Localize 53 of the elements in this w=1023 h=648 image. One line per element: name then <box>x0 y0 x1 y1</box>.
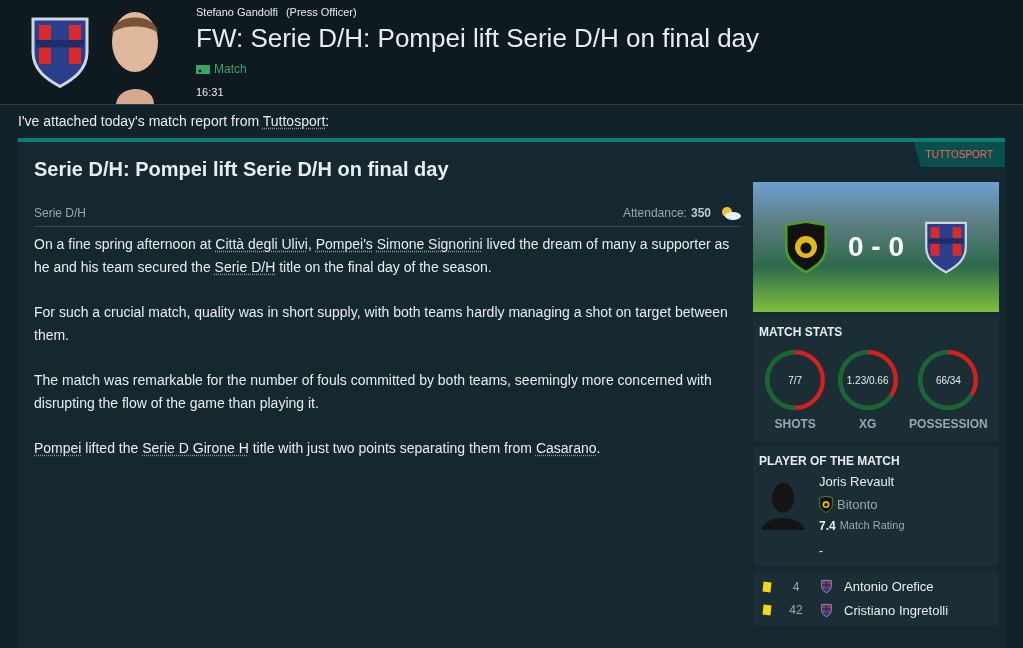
text-link[interactable]: Città degli Ulivi <box>215 236 308 252</box>
text-link[interactable]: Serie D Girone H <box>142 440 249 456</box>
club-crest-icon <box>821 603 832 617</box>
event-minute: 4 <box>791 578 801 596</box>
stat-ring <box>764 349 827 411</box>
text-link[interactable]: Serie D/H <box>214 259 276 275</box>
article-paragraph: For such a crucial match, quality was in short supply, with both teams hardly managing a shot on target between them. <box>34 303 729 345</box>
stat-value: 1.23/0.66 <box>846 373 889 388</box>
message-tag: Match <box>214 60 247 78</box>
text-link[interactable]: Pompei's <box>315 236 373 252</box>
player-note: - <box>819 543 824 560</box>
stat-ring <box>917 349 980 411</box>
booking-card-icon <box>762 581 772 593</box>
club-crest-icon <box>821 580 832 594</box>
weather-icon <box>719 206 741 220</box>
tag-icon <box>196 64 210 74</box>
away-crest-icon <box>924 220 968 274</box>
article-paragraph: On a fine spring afternoon at Città degli Ulivi, Pompei's Simone Signorini lived the dream of many a supporter as he and his team secured the Serie D/H title on the final day of the season. <box>34 235 731 277</box>
intro-text: I've attached today's match report from Tuttosport: <box>18 112 331 131</box>
booking-card-icon <box>762 604 772 616</box>
message-subject: FW: Serie D/H: Pompei lift Serie D/H on final day <box>196 22 760 54</box>
article-paragraph: The match was remarkable for the number of fouls committed by both teams, seemingly more concerned with disrupting the flow of the game than playing it. <box>34 371 713 413</box>
stat-ring <box>836 349 899 411</box>
rating-label: Match Rating <box>839 518 905 533</box>
attendance-label: Attendance: <box>622 205 687 222</box>
sender-name: Stefano Gandolfi <box>196 4 278 20</box>
message-time: 16:31 <box>196 85 225 100</box>
event-player[interactable]: Antonio Orefice <box>844 577 934 597</box>
panel-title: MATCH STATS <box>759 324 844 341</box>
text-link[interactable]: Simone Signorini <box>376 236 483 252</box>
match-score: 0 - 0 <box>848 230 904 264</box>
panel-title: PLAYER OF THE MATCH <box>759 453 901 470</box>
rating-value: 7.4 <box>819 518 836 535</box>
event-minute: 42 <box>788 602 804 620</box>
home-crest-icon <box>784 220 828 274</box>
stat-label: XG <box>858 416 877 433</box>
article-headline: Serie D/H: Pompei lift Serie D/H on final day <box>34 157 450 182</box>
text-link[interactable]: Pompei <box>34 440 82 456</box>
player-club[interactable]: Bitonto <box>837 494 878 514</box>
source-label: TUTTOSPORT <box>913 142 1005 167</box>
article-paragraph: Pompei lifted the Serie D Girone H title with just two points separating them from Casarano. <box>34 439 602 458</box>
player-silhouette-icon <box>759 480 807 530</box>
player-name[interactable]: Joris Revault <box>819 472 905 492</box>
stat-value: 7/7 <box>788 373 803 388</box>
stat-label: SHOTS <box>774 416 816 433</box>
club-badge-icon <box>819 495 833 513</box>
competition-label: Serie D/H <box>34 205 86 222</box>
sender-role: (Press Officer) <box>285 4 357 20</box>
event-player[interactable]: Cristiano Ingretolli <box>844 600 949 620</box>
attendance-value: 350 <box>690 205 711 222</box>
text-link[interactable]: Casarano <box>535 440 597 456</box>
stat-value: 66/34 <box>935 373 961 388</box>
stat-label: POSSESSION <box>909 416 988 433</box>
